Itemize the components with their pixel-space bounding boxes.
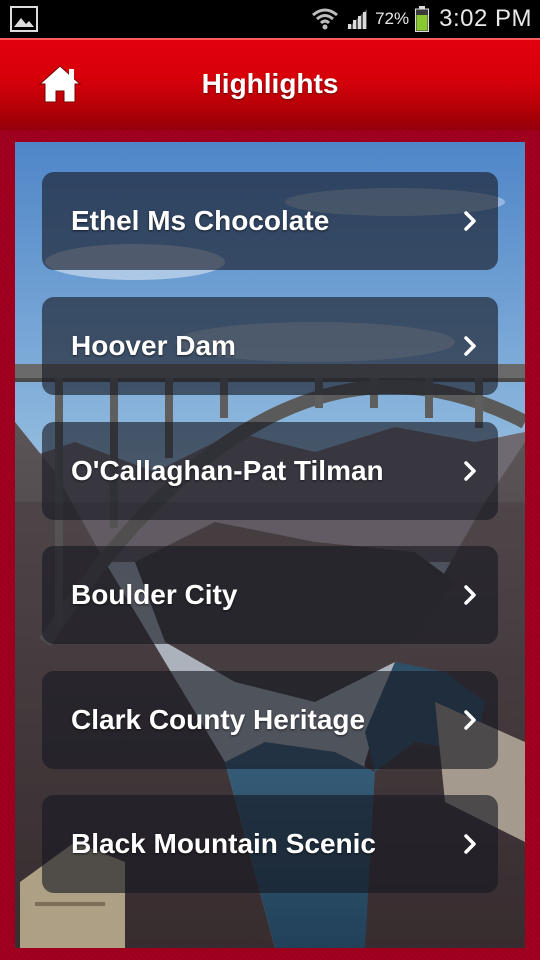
list-item-label: Hoover Dam xyxy=(71,330,236,361)
page-title: Highlights xyxy=(201,68,339,99)
list-item-label: O'Callaghan-Pat Tilman xyxy=(71,455,384,486)
app-header: Highlights xyxy=(0,38,540,130)
list-item-boulder-city[interactable]: Boulder City xyxy=(42,546,498,644)
chevron-right-icon xyxy=(464,585,476,605)
signal-icon xyxy=(347,9,368,29)
chevron-right-icon xyxy=(464,834,476,854)
chevron-right-icon xyxy=(464,211,476,231)
list-item-clark-county-heritage[interactable]: Clark County Heritage xyxy=(42,671,498,769)
list-item-label: Boulder City xyxy=(71,579,238,610)
list-item-label: Clark County Heritage xyxy=(71,704,366,735)
chevron-right-icon xyxy=(464,461,476,481)
list-item-label: Black Mountain Scenic xyxy=(71,828,376,859)
battery-icon xyxy=(415,6,430,32)
gallery-icon xyxy=(10,6,38,32)
list-item-hoover-dam[interactable]: Hoover Dam xyxy=(42,297,498,395)
list-item-black-mountain-scenic[interactable]: Black Mountain Scenic xyxy=(42,795,498,893)
status-icons: 72% 3:02 PM xyxy=(311,0,532,38)
battery-percent: 72% xyxy=(375,9,410,28)
list-item-ethel-ms-chocolate[interactable]: Ethel Ms Chocolate xyxy=(42,172,498,270)
list-item-ocallaghan-pat-tilman[interactable]: O'Callaghan-Pat Tilman xyxy=(42,422,498,520)
chevron-right-icon xyxy=(464,710,476,730)
list-item-label: Ethel Ms Chocolate xyxy=(71,205,330,236)
chevron-right-icon xyxy=(464,336,476,356)
clock: 3:02 PM xyxy=(439,5,532,32)
status-bar: 72% 3:02 PM xyxy=(0,0,540,38)
wifi-icon xyxy=(312,8,339,30)
